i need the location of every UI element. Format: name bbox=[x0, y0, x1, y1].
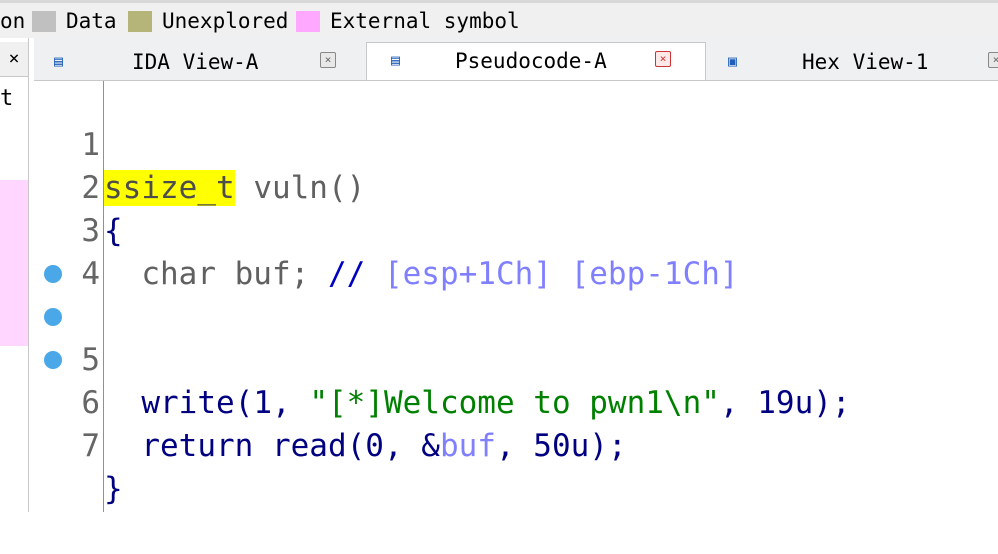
hex-view-icon: ▣ bbox=[728, 52, 738, 70]
tab-hex-view-1[interactable]: ▣ Hex View-1 × bbox=[704, 44, 998, 80]
return-keyword[interactable]: return bbox=[141, 428, 272, 464]
legend-item-external: External symbol bbox=[296, 9, 520, 33]
tab-label: Hex View-1 bbox=[802, 50, 929, 74]
legend-item-data: Data bbox=[32, 9, 117, 33]
breakpoint-icon[interactable] bbox=[44, 351, 62, 369]
left-panel: × t bbox=[0, 38, 29, 512]
legend-prefix: on bbox=[0, 9, 25, 33]
pseudocode-view-icon: ▤ bbox=[391, 51, 401, 69]
arguments[interactable]: , 19u); bbox=[720, 385, 851, 421]
legend-label: External symbol bbox=[330, 9, 520, 33]
code-text[interactable]: } bbox=[104, 468, 123, 511]
code-line[interactable]: 6 return read(0, &buf, 50u); bbox=[34, 296, 627, 464]
comment-marker: // bbox=[327, 256, 384, 292]
code-text[interactable]: char buf; // [esp+1Ch] [ebp-1Ch] bbox=[104, 253, 739, 296]
code-line[interactable]: 7 } bbox=[34, 339, 123, 507]
breakpoint-icon[interactable] bbox=[44, 265, 62, 283]
return-type[interactable]: ssize_t bbox=[104, 170, 235, 206]
arguments[interactable]: (0, & bbox=[347, 428, 440, 464]
tab-pseudocode-a[interactable]: ▤ Pseudocode-A × bbox=[366, 42, 706, 80]
function-call[interactable]: write bbox=[141, 385, 234, 421]
line-number: 7 bbox=[81, 428, 100, 464]
tab-bar: ▤ IDA View-A × ▤ Pseudocode-A × ▣ Hex Vi… bbox=[34, 38, 998, 81]
disassembly-view-icon: ▤ bbox=[54, 52, 64, 70]
code-line[interactable]: 5 write(1, "[*]Welcome to pwn1\n", 19u); bbox=[34, 253, 851, 421]
stack-offset-comment: [esp+1Ch] [ebp-1Ch] bbox=[383, 256, 739, 292]
tab-ida-view-a[interactable]: ▤ IDA View-A × bbox=[34, 44, 366, 80]
close-icon[interactable]: × bbox=[9, 48, 20, 69]
code-text[interactable]: write(1, "[*]Welcome to pwn1\n", 19u); bbox=[104, 382, 851, 425]
unexplored-swatch bbox=[128, 10, 152, 32]
tab-close-icon[interactable]: × bbox=[655, 51, 671, 67]
tab-close-icon[interactable]: × bbox=[320, 52, 336, 68]
legend-label: Data bbox=[66, 9, 117, 33]
top-border bbox=[0, 0, 998, 3]
pseudocode-editor[interactable]: 1 ssize_t vuln() 2 { 3 char buf; // [esp… bbox=[34, 81, 998, 512]
code-line[interactable]: 4 bbox=[34, 210, 109, 292]
function-call[interactable]: read bbox=[272, 428, 347, 464]
tab-label: Pseudocode-A bbox=[455, 49, 607, 73]
left-panel-text: t bbox=[0, 86, 14, 111]
tab-label: IDA View-A bbox=[132, 50, 259, 74]
code-line[interactable]: 3 char buf; // [esp+1Ch] [ebp-1Ch] bbox=[34, 167, 738, 292]
data-swatch bbox=[32, 10, 56, 32]
code-line[interactable]: 1 ssize_t vuln() bbox=[34, 81, 365, 206]
breakpoint-icon[interactable] bbox=[44, 308, 62, 326]
left-panel-close-button[interactable]: × bbox=[0, 42, 28, 77]
tab-close-icon[interactable]: × bbox=[988, 52, 998, 68]
arguments[interactable]: (1, bbox=[235, 385, 310, 421]
legend-item-unexplored: Unexplored bbox=[128, 9, 288, 33]
string-literal[interactable]: "[*]Welcome to pwn1\n" bbox=[309, 385, 720, 421]
code-text[interactable]: return read(0, &buf, 50u); bbox=[104, 425, 627, 468]
legend-bar: on Data Unexplored External symbol bbox=[0, 0, 998, 38]
legend-prefix-text: on bbox=[0, 9, 26, 33]
code-line[interactable]: 2 { bbox=[34, 124, 122, 249]
left-panel-highlight bbox=[0, 180, 28, 346]
external-swatch bbox=[296, 10, 320, 32]
legend-label: Unexplored bbox=[162, 9, 289, 33]
function-signature[interactable]: vuln() bbox=[235, 170, 365, 206]
variable-reference[interactable]: buf bbox=[440, 428, 496, 464]
variable-declaration[interactable]: char buf; bbox=[141, 256, 328, 292]
arguments[interactable]: , 50u); bbox=[496, 428, 627, 464]
code-text[interactable]: ssize_t vuln() bbox=[104, 167, 365, 210]
